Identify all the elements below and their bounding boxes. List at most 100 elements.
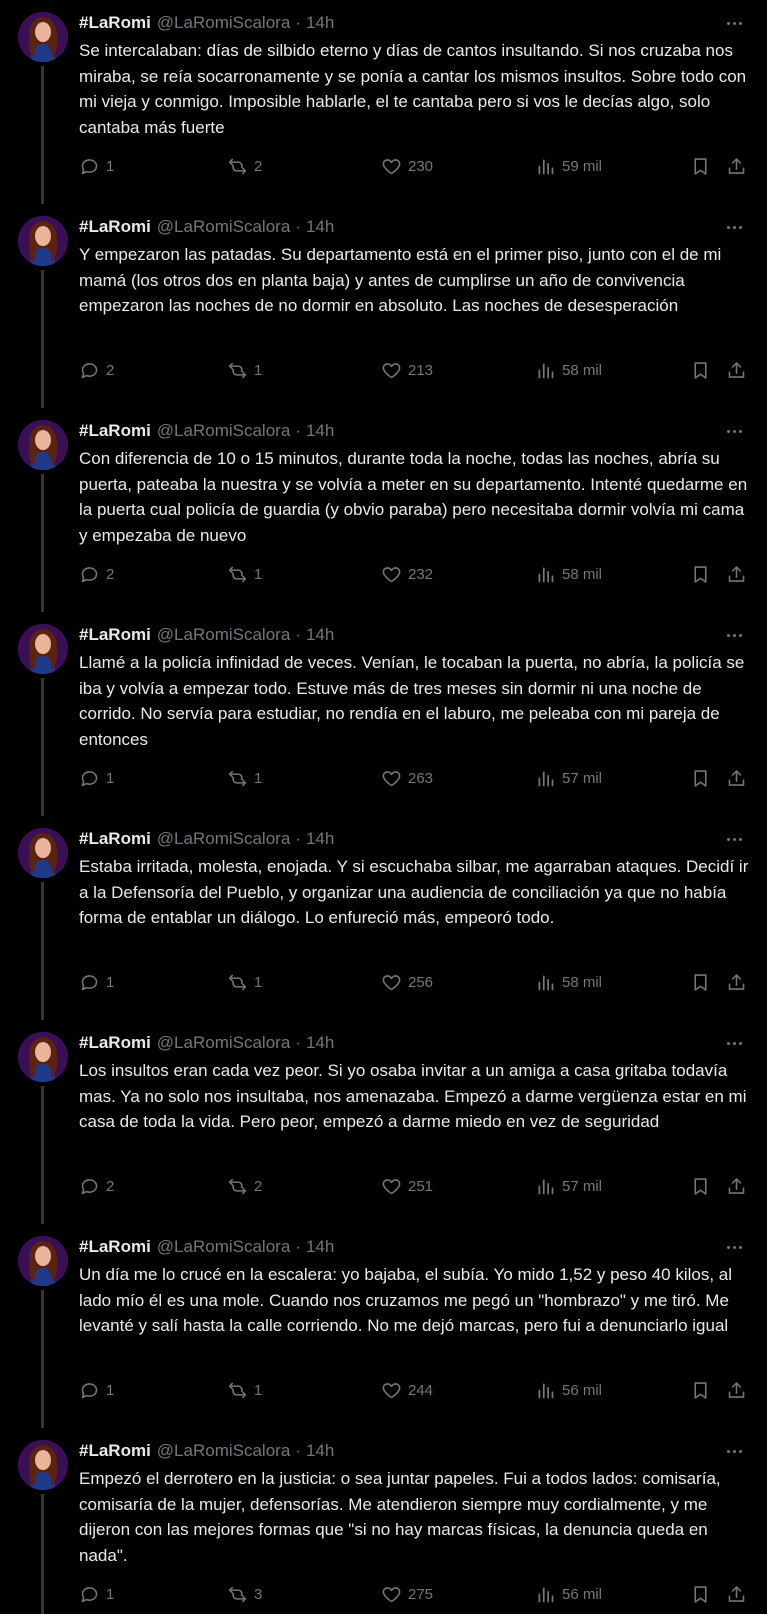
avatar[interactable]: [18, 420, 68, 470]
author-handle[interactable]: @LaRomiScalora: [157, 1441, 290, 1461]
share-button[interactable]: [726, 1582, 747, 1606]
tweet-actions: 1 1 244 56 mil: [79, 1378, 751, 1402]
author-display-name[interactable]: #LaRomi: [79, 13, 151, 33]
author-display-name[interactable]: #LaRomi: [79, 1237, 151, 1257]
share-button[interactable]: [726, 1378, 747, 1402]
share-button[interactable]: [726, 766, 747, 790]
views-button[interactable]: 57 mil: [535, 766, 602, 790]
reply-count: 2: [106, 1177, 115, 1195]
views-button[interactable]: 56 mil: [535, 1582, 602, 1606]
avatar[interactable]: [18, 216, 68, 266]
tweet[interactable]: #LaRomi @LaRomiScalora · 14h Los insulto…: [0, 1020, 767, 1224]
bookmark-button[interactable]: [690, 358, 711, 382]
share-button[interactable]: [726, 970, 747, 994]
tweet[interactable]: #LaRomi @LaRomiScalora · 14h Con diferen…: [0, 408, 767, 612]
tweet-timestamp[interactable]: 14h: [306, 625, 334, 645]
tweet[interactable]: #LaRomi @LaRomiScalora · 14h Se intercal…: [0, 0, 767, 204]
share-button[interactable]: [726, 358, 747, 382]
reply-button[interactable]: 2: [79, 562, 114, 586]
retweet-button[interactable]: 3: [227, 1582, 262, 1606]
reply-button[interactable]: 1: [79, 1582, 114, 1606]
author-display-name[interactable]: #LaRomi: [79, 421, 151, 441]
share-button[interactable]: [726, 1174, 747, 1198]
bookmark-button[interactable]: [690, 1378, 711, 1402]
views-button[interactable]: 58 mil: [535, 358, 602, 382]
like-button[interactable]: 263: [381, 766, 433, 790]
tweet[interactable]: #LaRomi @LaRomiScalora · 14h Estaba irri…: [0, 816, 767, 1020]
share-button[interactable]: [726, 562, 747, 586]
bookmark-button[interactable]: [690, 970, 711, 994]
avatar[interactable]: [18, 1236, 68, 1286]
tweet[interactable]: #LaRomi @LaRomiScalora · 14h Un día me l…: [0, 1224, 767, 1428]
more-dots-icon[interactable]: [721, 1440, 747, 1462]
author-display-name[interactable]: #LaRomi: [79, 1441, 151, 1461]
tweet-timestamp[interactable]: 14h: [306, 1237, 334, 1257]
bookmark-button[interactable]: [690, 1582, 711, 1606]
like-button[interactable]: 275: [381, 1582, 433, 1606]
retweet-button[interactable]: 1: [227, 358, 262, 382]
views-button[interactable]: 59 mil: [535, 154, 602, 178]
more-dots-icon[interactable]: [721, 1236, 747, 1258]
tweet-timestamp[interactable]: 14h: [306, 1033, 334, 1053]
bookmark-button[interactable]: [690, 1174, 711, 1198]
author-handle[interactable]: @LaRomiScalora: [157, 1237, 290, 1257]
more-dots-icon[interactable]: [721, 216, 747, 238]
author-handle[interactable]: @LaRomiScalora: [157, 13, 290, 33]
avatar[interactable]: [18, 1032, 68, 1082]
tweet-timestamp[interactable]: 14h: [306, 829, 334, 849]
tweet[interactable]: #LaRomi @LaRomiScalora · 14h Y empezaron…: [0, 204, 767, 408]
views-button[interactable]: 57 mil: [535, 1174, 602, 1198]
like-button[interactable]: 232: [381, 562, 433, 586]
author-display-name[interactable]: #LaRomi: [79, 625, 151, 645]
reply-button[interactable]: 1: [79, 970, 114, 994]
author-handle[interactable]: @LaRomiScalora: [157, 217, 290, 237]
retweet-button[interactable]: 1: [227, 1378, 262, 1402]
tweet-timestamp[interactable]: 14h: [306, 13, 334, 33]
avatar[interactable]: [18, 1440, 68, 1490]
author-handle[interactable]: @LaRomiScalora: [157, 1033, 290, 1053]
views-button[interactable]: 58 mil: [535, 970, 602, 994]
share-upload-icon: [728, 1585, 745, 1602]
author-display-name[interactable]: #LaRomi: [79, 217, 151, 237]
more-dots-icon[interactable]: [721, 420, 747, 442]
avatar[interactable]: [18, 12, 68, 62]
bookmark-button[interactable]: [690, 766, 711, 790]
more-dots-icon[interactable]: [721, 12, 747, 34]
views-button[interactable]: 56 mil: [535, 1378, 602, 1402]
more-dots-icon[interactable]: [721, 828, 747, 850]
tweet-timestamp[interactable]: 14h: [306, 217, 334, 237]
bookmark-button[interactable]: [690, 562, 711, 586]
more-dots-icon[interactable]: [721, 1032, 747, 1054]
reply-button[interactable]: 1: [79, 766, 114, 790]
tweet-timestamp[interactable]: 14h: [306, 1441, 334, 1461]
reply-button[interactable]: 2: [79, 1174, 114, 1198]
tweet[interactable]: #LaRomi @LaRomiScalora · 14h Empezó el d…: [0, 1428, 767, 1614]
retweet-button[interactable]: 2: [227, 154, 262, 178]
like-button[interactable]: 213: [381, 358, 433, 382]
author-handle[interactable]: @LaRomiScalora: [157, 829, 290, 849]
reply-button[interactable]: 1: [79, 154, 114, 178]
like-button[interactable]: 251: [381, 1174, 433, 1198]
reply-button[interactable]: 1: [79, 1378, 114, 1402]
author-handle[interactable]: @LaRomiScalora: [157, 421, 290, 441]
share-button[interactable]: [726, 154, 747, 178]
bookmark-button[interactable]: [690, 154, 711, 178]
reply-button[interactable]: 2: [79, 358, 114, 382]
tweet[interactable]: #LaRomi @LaRomiScalora · 14h Llamé a la …: [0, 612, 767, 816]
author-display-name[interactable]: #LaRomi: [79, 829, 151, 849]
more-dots-icon[interactable]: [721, 624, 747, 646]
retweet-button[interactable]: 1: [227, 766, 262, 790]
author-display-name[interactable]: #LaRomi: [79, 1033, 151, 1053]
author-handle[interactable]: @LaRomiScalora: [157, 625, 290, 645]
tweet-timestamp[interactable]: 14h: [306, 421, 334, 441]
like-button[interactable]: 244: [381, 1378, 433, 1402]
retweet-button[interactable]: 1: [227, 970, 262, 994]
retweet-button[interactable]: 2: [227, 1174, 262, 1198]
views-button[interactable]: 58 mil: [535, 562, 602, 586]
like-button[interactable]: 230: [381, 154, 433, 178]
bookmark-icon: [694, 565, 707, 583]
retweet-button[interactable]: 1: [227, 562, 262, 586]
avatar[interactable]: [18, 624, 68, 674]
avatar[interactable]: [18, 828, 68, 878]
like-button[interactable]: 256: [381, 970, 433, 994]
